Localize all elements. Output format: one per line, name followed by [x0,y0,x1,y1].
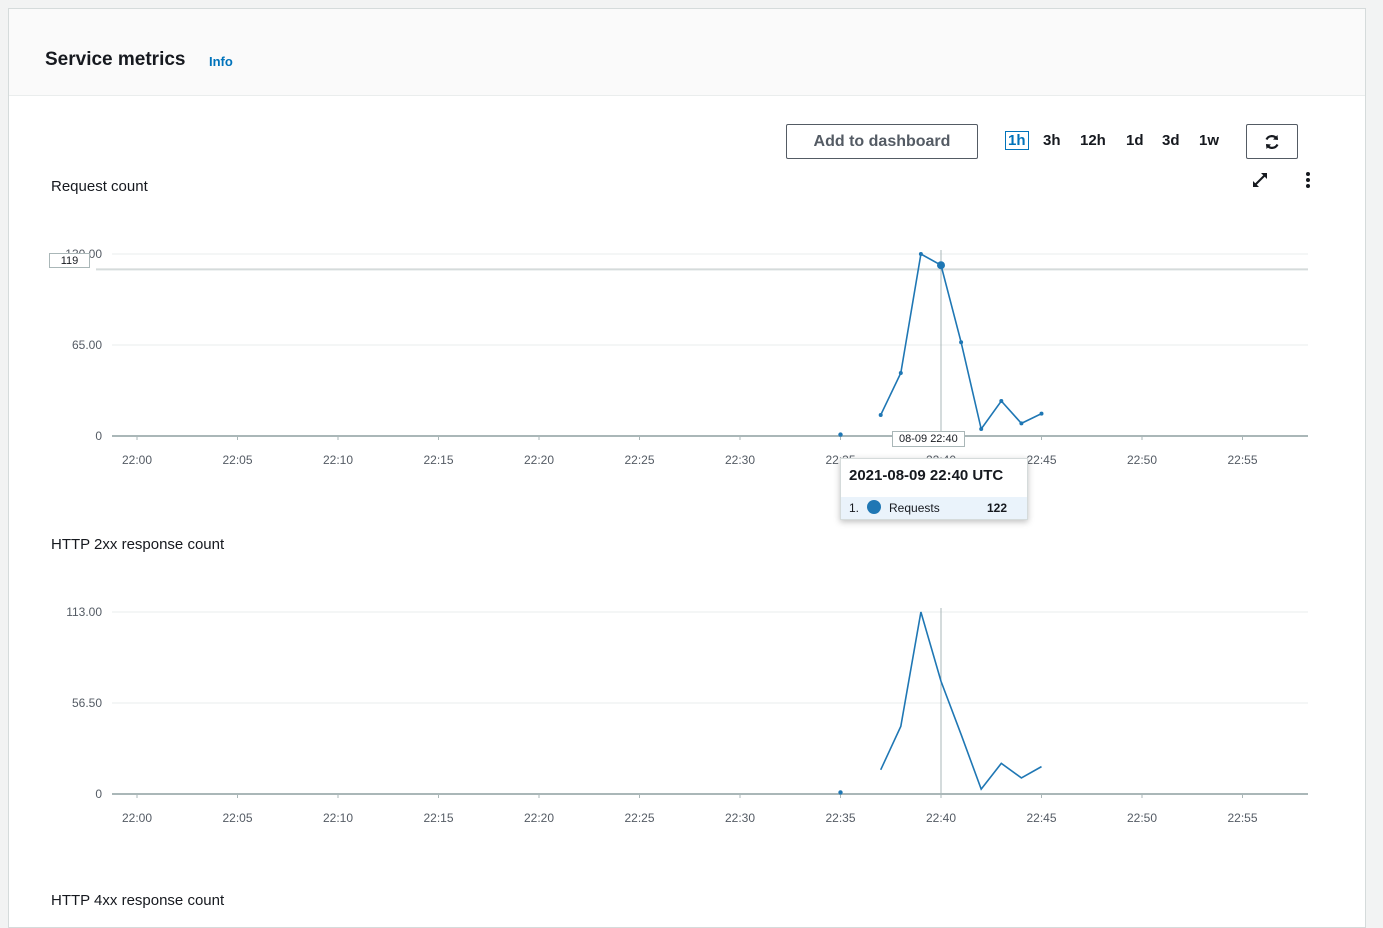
tooltip-title: 2021-08-09 22:40 UTC [849,467,1004,484]
add-to-dashboard-button[interactable]: Add to dashboard [786,124,978,159]
x-tick-label: 22:20 [524,811,554,825]
chart-title-http-2xx: HTTP 2xx response count [51,536,225,553]
x-tick-label: 22:30 [725,811,755,825]
data-point [918,252,923,256]
http-2xx-chart[interactable]: 0 56.50 113.00 22:00 22:05 22:10 22:15 22:20 22:… [0,588,1383,838]
chart-tooltip: 2021-08-09 22:40 UTC 1. Requests 122 [840,458,1028,520]
expand-icon[interactable] [1250,170,1270,190]
data-point [999,399,1004,403]
crosshair-time-label: 08-09 22:40 [892,431,965,447]
series-dot-icon [867,500,881,514]
chart-title-http-4xx: HTTP 4xx response count [51,892,225,909]
tooltip-row: 1. Requests 122 [841,497,1027,519]
x-tick-label: 22:00 [122,811,152,825]
more-options-icon[interactable] [1298,170,1318,190]
x-tick-label: 22:15 [423,811,453,825]
x-tick-label: 22:20 [524,453,554,467]
x-tick-label: 22:40 [926,811,956,825]
x-tick-label: 22:05 [222,811,252,825]
x-tick-label: 22:25 [624,811,654,825]
highlighted-point [937,261,945,270]
x-tick-label: 22:55 [1227,453,1257,467]
range-1w-button[interactable]: 1w [1199,132,1219,149]
range-12h-button[interactable]: 12h [1080,132,1106,149]
y-tick-label: 113.00 [66,605,102,619]
x-tick-label: 22:10 [323,453,353,467]
tooltip-index: 1. [849,501,860,515]
data-point [838,790,843,795]
range-1h-button[interactable]: 1h [1005,131,1029,150]
data-point [898,371,903,375]
refresh-button[interactable] [1246,124,1298,159]
x-tick-label: 22:15 [423,453,453,467]
y-tick-label: 0 [95,429,102,443]
y-tick-label: 56.50 [72,696,102,710]
data-point [878,413,883,417]
data-point [838,432,843,437]
request-count-chart[interactable]: 065.00130.0022:0022:0522:1022:1522:2022:… [0,230,1383,480]
data-point [1039,411,1044,416]
y-tick-label: 0 [95,787,102,801]
data-point [979,427,984,431]
x-tick-label: 22:35 [825,811,855,825]
tooltip-value: 122 [987,501,1008,515]
panel-title: Service metrics [45,49,186,70]
tooltip-series-name: Requests [889,501,940,515]
x-tick-label: 22:25 [624,453,654,467]
x-tick-label: 22:50 [1127,811,1157,825]
x-tick-label: 22:45 [1026,453,1056,467]
data-point [1019,421,1024,426]
x-tick-label: 22:10 [323,811,353,825]
x-tick-label: 22:30 [725,453,755,467]
range-1d-button[interactable]: 1d [1126,132,1144,149]
x-tick-label: 22:00 [122,453,152,467]
x-tick-label: 22:05 [222,453,252,467]
panel-header: Service metrics Info [9,9,1365,96]
series-line [879,611,1042,791]
x-tick-label: 22:55 [1227,811,1257,825]
data-point [959,340,964,345]
range-3h-button[interactable]: 3h [1043,132,1061,149]
y-threshold-marker: 119 [49,253,90,268]
range-3d-button[interactable]: 3d [1162,132,1180,149]
y-tick-label: 65.00 [72,338,102,352]
chart-title-request-count: Request count [51,178,148,195]
x-tick-label: 22:45 [1026,811,1056,825]
info-link[interactable]: Info [209,54,233,69]
x-tick-label: 22:50 [1127,453,1157,467]
refresh-icon [1265,134,1279,149]
